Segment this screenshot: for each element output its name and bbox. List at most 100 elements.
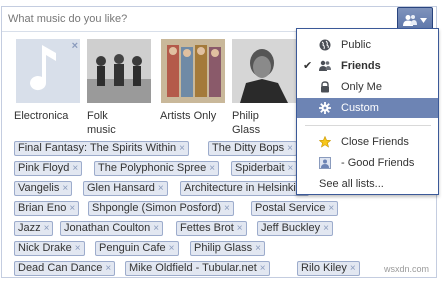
tag-item[interactable]: Penguin Cafe ×: [95, 241, 179, 256]
menu-item-friends[interactable]: ✔ Friends: [297, 56, 438, 76]
tag-label: Spiderbait: [235, 162, 285, 174]
privacy-dropdown-menu: Public ✔ Friends Only Me Custom Close Fr…: [296, 28, 439, 195]
tag-item[interactable]: Glen Hansard ×: [83, 181, 168, 196]
tag-label: Vangelis: [18, 182, 60, 194]
music-question-label: What music do you like?: [8, 13, 128, 25]
menu-item-label: See all lists...: [319, 178, 384, 190]
menu-divider: [305, 125, 431, 126]
tag-item[interactable]: Jonathan Coulton ×: [60, 221, 164, 236]
tag-label: Jonathan Coulton: [64, 222, 151, 234]
tag-item[interactable]: The Ditty Bops ×: [208, 141, 297, 156]
friends-icon: [403, 15, 417, 26]
tag-label: Final Fantasy: The Spirits Within: [18, 142, 177, 154]
tile-remove-icon[interactable]: ×: [72, 40, 78, 52]
tag-item[interactable]: Shpongle (Simon Posford) ×: [88, 201, 234, 216]
tag-label: Penguin Cafe: [99, 242, 166, 254]
tile-philip-glass[interactable]: [232, 39, 296, 103]
tag-label: Fettes Brot: [180, 222, 234, 234]
tag-item[interactable]: Brian Eno ×: [14, 201, 80, 216]
menu-item-public[interactable]: Public: [297, 35, 438, 55]
tag-item[interactable]: Philip Glass ×: [190, 241, 265, 256]
tag-label: Rilo Kiley: [301, 262, 347, 274]
tag-remove-icon[interactable]: ×: [237, 223, 243, 234]
tag-label: The Polyphonic Spree: [98, 162, 207, 174]
tag-label: Jazz: [18, 222, 41, 234]
menu-item-only-me[interactable]: Only Me: [297, 77, 438, 97]
tag-item[interactable]: Rilo Kiley ×: [297, 261, 360, 276]
philip-glass-photo: [232, 39, 296, 103]
tag-item[interactable]: Final Fantasy: The Spirits Within ×: [14, 141, 189, 156]
menu-item-label: Friends: [341, 60, 381, 72]
tag-remove-icon[interactable]: ×: [153, 223, 159, 234]
lock-icon: [321, 81, 329, 93]
tag-remove-icon[interactable]: ×: [323, 223, 329, 234]
tag-remove-icon[interactable]: ×: [209, 163, 215, 174]
tag-remove-icon[interactable]: ×: [179, 143, 185, 154]
artists-only-photo: [161, 39, 225, 103]
tag-remove-icon[interactable]: ×: [72, 163, 78, 174]
tag-item[interactable]: Pink Floyd ×: [14, 161, 83, 176]
tag-item[interactable]: Nick Drake ×: [14, 241, 85, 256]
menu-item-label: Public: [341, 39, 371, 51]
tag-item[interactable]: Fettes Brot ×: [176, 221, 247, 236]
tag-remove-icon[interactable]: ×: [224, 203, 230, 214]
tag-label: Brian Eno: [18, 202, 67, 214]
checkmark-icon: ✔: [303, 60, 313, 72]
tag-label: Dead Can Dance: [18, 262, 103, 274]
tag-label: Mike Oldfield - Tubular.net: [129, 262, 257, 274]
tag-item[interactable]: Dead Can Dance ×: [14, 261, 116, 276]
music-note-icon: [16, 39, 80, 103]
tag-remove-icon[interactable]: ×: [169, 243, 175, 254]
tile-artists-only[interactable]: [161, 39, 225, 103]
tag-remove-icon[interactable]: ×: [260, 263, 266, 274]
tag-item[interactable]: Vangelis ×: [14, 181, 73, 196]
tile-label-folk-music: Folk music: [87, 110, 116, 136]
tag-item[interactable]: Mike Oldfield - Tubular.net ×: [125, 261, 270, 276]
tag-label: Shpongle (Simon Posford): [92, 202, 222, 214]
tag-remove-icon[interactable]: ×: [287, 143, 293, 154]
tag-label: The Ditty Bops: [212, 142, 285, 154]
tile-label-electronica: Electronica: [14, 110, 69, 122]
tag-remove-icon[interactable]: ×: [328, 203, 334, 214]
star-icon: [319, 136, 331, 148]
menu-item-label: Custom: [341, 102, 379, 114]
menu-item-label: Close Friends: [341, 136, 409, 148]
tile-label-philip-glass: Philip Glass: [232, 110, 261, 136]
tag-label: Pink Floyd: [18, 162, 70, 174]
tag-label: Nick Drake: [18, 242, 72, 254]
tag-item[interactable]: Jeff Buckley ×: [257, 221, 333, 236]
gear-icon: [319, 102, 331, 114]
menu-item-label: Only Me: [341, 81, 382, 93]
tag-remove-icon[interactable]: ×: [69, 203, 75, 214]
tag-item[interactable]: Postal Service ×: [251, 201, 339, 216]
folk-music-photo: [87, 39, 151, 103]
tag-remove-icon[interactable]: ×: [158, 183, 164, 194]
menu-item-custom[interactable]: Custom: [297, 98, 438, 118]
tag-remove-icon[interactable]: ×: [62, 183, 68, 194]
tag-remove-icon[interactable]: ×: [105, 263, 111, 274]
tag-item[interactable]: The Polyphonic Spree ×: [94, 161, 220, 176]
tag-label: Postal Service: [255, 202, 326, 214]
tag-item[interactable]: Architecture in Helsinki×: [180, 181, 309, 196]
tile-electronica[interactable]: ×: [16, 39, 80, 103]
tag-remove-icon[interactable]: ×: [255, 243, 261, 254]
tile-label-artists-only: Artists Only: [160, 110, 217, 122]
tag-label: Philip Glass: [194, 242, 253, 254]
watermark: wsxdn.com: [384, 264, 430, 274]
globe-icon: [319, 39, 331, 51]
menu-item-good-friends[interactable]: - Good Friends: [297, 153, 438, 173]
friends-icon: [319, 60, 331, 71]
tag-remove-icon[interactable]: ×: [75, 243, 81, 254]
menu-item-see-all-lists[interactable]: See all lists...: [297, 174, 438, 194]
tag-remove-icon[interactable]: ×: [350, 263, 356, 274]
chevron-down-icon: [420, 17, 427, 23]
tag-item[interactable]: Jazz ×: [14, 221, 54, 236]
tag-item[interactable]: Spiderbait ×: [231, 161, 298, 176]
tag-label: Architecture in Helsinki: [184, 182, 296, 194]
menu-item-label: - Good Friends: [341, 157, 415, 169]
tag-remove-icon[interactable]: ×: [288, 163, 294, 174]
menu-item-close-friends[interactable]: Close Friends: [297, 132, 438, 152]
tag-remove-icon[interactable]: ×: [44, 223, 50, 234]
tag-label: Glen Hansard: [87, 182, 155, 194]
tile-folk-music[interactable]: [87, 39, 151, 103]
